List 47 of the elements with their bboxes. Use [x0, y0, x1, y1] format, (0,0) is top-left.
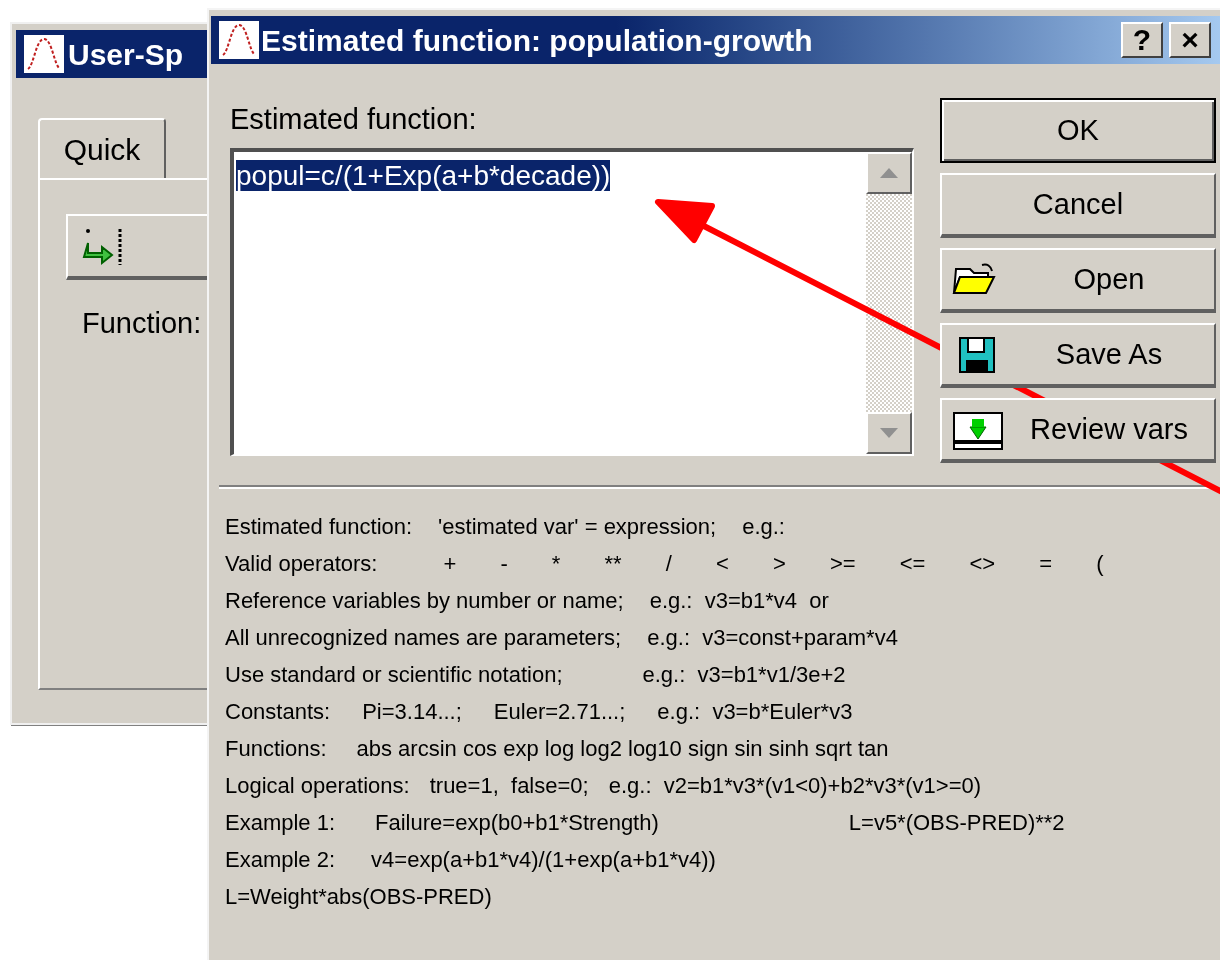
scrollbar[interactable] [866, 152, 912, 454]
app-logo-icon [24, 35, 64, 73]
help-text: Constants: [225, 697, 331, 726]
tab[interactable]: Quick [38, 118, 166, 178]
help-text: Pi=3.14...; [362, 697, 462, 726]
help-text: e.g.: v3=b1*v1/3e+2 [642, 660, 846, 689]
field-label: Estimated function: [230, 102, 478, 137]
review-button[interactable]: Review vars [940, 398, 1216, 463]
scroll-down-button[interactable] [866, 412, 912, 454]
help-text: e.g.: v3=const+param*v4 [647, 623, 898, 652]
function-text: popul=c/(1+Exp(a+b*decade)) [236, 160, 611, 191]
save-button[interactable]: Save As [940, 323, 1216, 388]
help-button[interactable]: ? [1121, 22, 1163, 58]
ok-button[interactable]: OK [940, 98, 1216, 163]
help-text: v4=exp(a+b1*v4)/(1+exp(a+b1*v4)) [371, 845, 716, 874]
down-arrow-icon [880, 428, 898, 438]
function-label: Function: [82, 306, 203, 341]
app-logo-icon [219, 21, 259, 59]
help-text: abs arcsin cos exp log log2 log10 sign sin sinh sqrt tan [356, 734, 889, 763]
help-text: 'estimated var' = expression; [438, 512, 717, 541]
window-title: User-Sp [68, 36, 184, 73]
help-text: Use standard or scientific notation; [225, 660, 563, 689]
help-text: e.g.: v2=b1*v3*(v1<0)+b2*v3*(v1>=0) [608, 771, 982, 800]
help-text: Euler=2.71...; [493, 697, 626, 726]
window-title: Estimated function: population-growth [261, 22, 814, 59]
help-text: Functions: [225, 734, 327, 763]
scroll-up-button[interactable] [866, 152, 912, 194]
help-text: Example 2: [225, 845, 336, 874]
help-text: All unrecognized names are parameters; [225, 623, 622, 652]
help-text: Valid operators: [225, 549, 378, 578]
help-text: Reference variables by number or name; [225, 586, 624, 615]
help-text: true=1, false=0; [429, 771, 589, 800]
cancel-button[interactable]: Cancel [940, 173, 1216, 238]
help-text: L=v5*(OBS-PRED)**2 [848, 808, 1065, 837]
help-text: Estimated function: [225, 512, 413, 541]
up-arrow-icon [880, 168, 898, 178]
help-text: + - * ** / < > >= <= <> = ( [443, 549, 1104, 578]
close-button[interactable]: × [1169, 22, 1211, 58]
help-text: L=Weight*abs(OBS-PRED) [225, 882, 492, 911]
open-button[interactable]: Open [940, 248, 1216, 313]
function-text-area[interactable]: popul=c/(1+Exp(a+b*decade)) [230, 148, 914, 456]
help-text: e.g.: v3=b*Euler*v3 [657, 697, 853, 726]
help-text: Example 1: [225, 808, 336, 837]
help-text: e.g.: [742, 512, 785, 541]
help-text: Logical operations: [225, 771, 410, 800]
help-text: e.g.: v3=b1*v4 or [649, 586, 829, 615]
help-text: Failure=exp(b0+b1*Strength) [375, 808, 659, 837]
